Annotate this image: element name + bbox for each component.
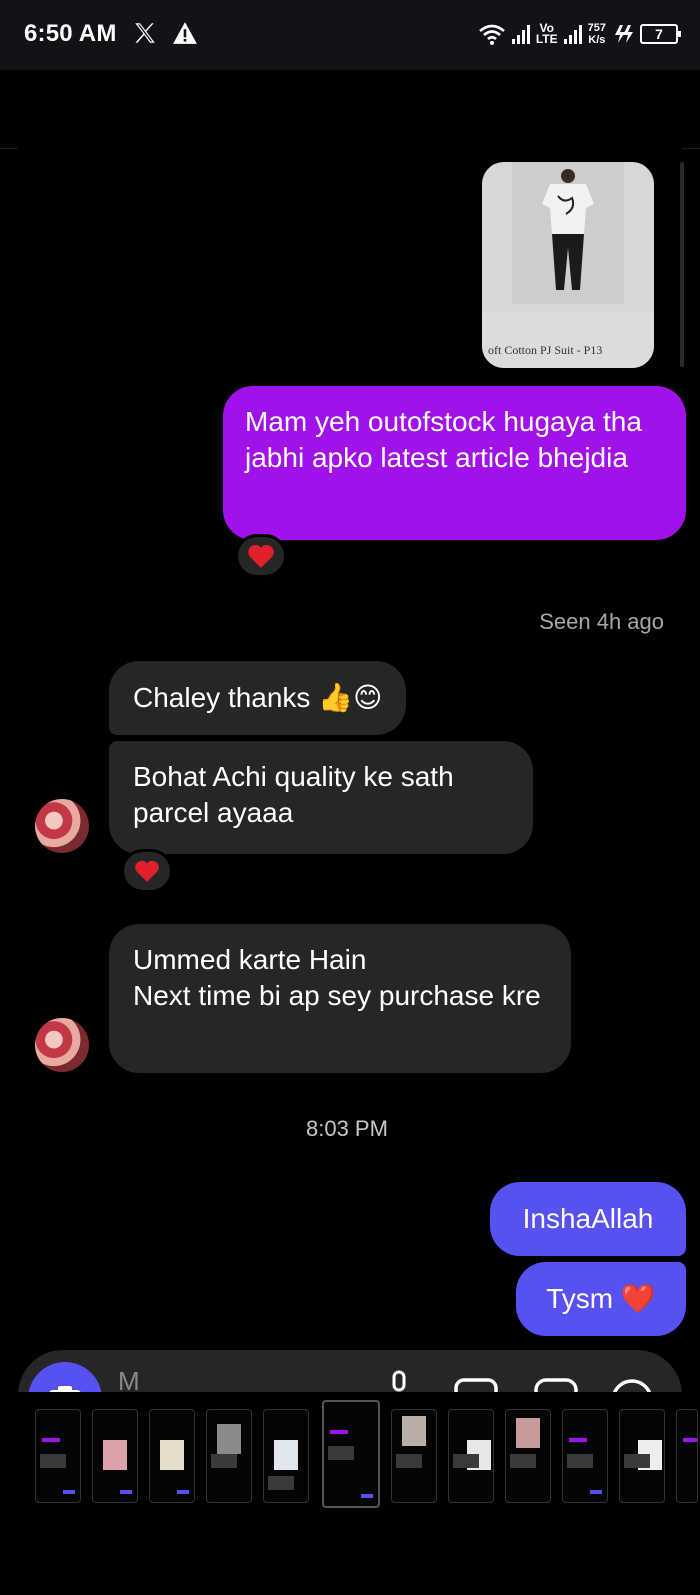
timestamp: 8:03 PM (306, 1116, 388, 1141)
outgoing-message[interactable]: Mam yeh outofstock hugaya tha jabhi apko… (223, 386, 686, 540)
outgoing-message[interactable]: InshaAllah (490, 1182, 686, 1256)
contact-avatar[interactable] (35, 799, 89, 853)
x-logo-icon (135, 23, 155, 43)
status-time: 6:50 AM (24, 20, 117, 47)
screenshot-thumbnail-strip[interactable] (0, 1392, 700, 1516)
charging-icon (615, 25, 633, 43)
volte-indicator: Vo LTE (535, 21, 558, 46)
heart-icon (248, 545, 274, 568)
heart-icon (135, 860, 159, 882)
outgoing-message[interactable]: Tysm ❤️ (516, 1262, 686, 1336)
status-bar: 6:50 AM Vo LTE 757 K/s 7 (0, 0, 700, 70)
message-line: Ummed karte Hain (133, 944, 367, 975)
thumbnail[interactable] (391, 1409, 437, 1503)
thumbnail[interactable] (206, 1409, 252, 1503)
thumbnail[interactable] (562, 1409, 608, 1503)
thumbnail[interactable] (676, 1409, 698, 1503)
battery-icon: 7 (640, 24, 681, 44)
signal-icon-2 (563, 24, 582, 44)
contact-avatar[interactable] (35, 1018, 89, 1072)
shared-product-card[interactable]: oft Cotton PJ Suit - P13 (482, 162, 654, 368)
thumbnail[interactable] (35, 1409, 81, 1503)
thumbnail[interactable] (505, 1409, 551, 1503)
thumbnail[interactable] (149, 1409, 195, 1503)
scrollbar[interactable] (680, 162, 684, 367)
product-caption: oft Cotton PJ Suit - P13 (482, 312, 654, 368)
thumbnail[interactable] (92, 1409, 138, 1503)
thumbnail[interactable] (448, 1409, 494, 1503)
status-icons: Vo LTE 757 K/s 7 (478, 18, 681, 50)
signal-icon (511, 24, 530, 44)
message-line: Next time bi ap sey purchase kre (133, 980, 541, 1011)
warning-icon (173, 22, 197, 44)
thumbnail-selected[interactable] (322, 1400, 380, 1508)
heart-reaction[interactable] (235, 534, 287, 578)
heart-reaction[interactable] (121, 849, 173, 893)
network-speed: 757 K/s (587, 22, 606, 46)
thumbnail[interactable] (263, 1409, 309, 1503)
incoming-message[interactable]: Chaley thanks 👍😊 (109, 661, 407, 735)
seen-status: Seen 4h ago (539, 609, 664, 634)
incoming-message[interactable]: Bohat Achi quality ke sath parcel ayaaa (109, 741, 533, 854)
divider (682, 148, 700, 149)
thumbnail[interactable] (619, 1409, 665, 1503)
incoming-message[interactable]: Ummed karte Hain Next time bi ap sey pur… (109, 924, 571, 1073)
divider (0, 148, 18, 149)
wifi-icon (479, 24, 505, 45)
product-image (512, 162, 624, 304)
